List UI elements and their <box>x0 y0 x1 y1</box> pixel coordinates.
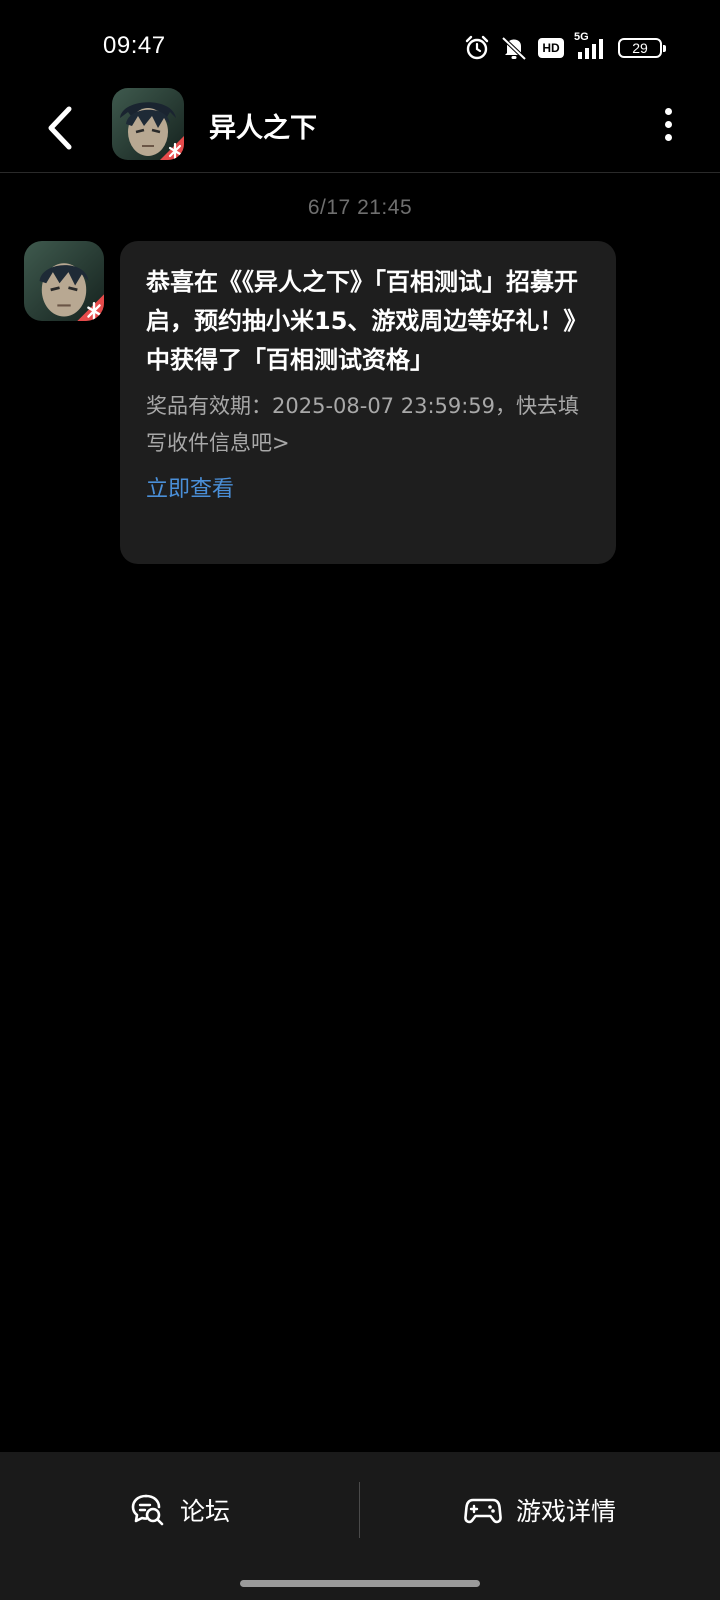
message-bubble[interactable]: 恭喜在《《异人之下》「百相测试」招募开启，预约抽小米15、游戏周边等好礼！》中获… <box>120 241 616 564</box>
message-timestamp: 6/17 21:45 <box>307 196 413 219</box>
tab-game-details-label: 游戏详情 <box>515 1497 616 1526</box>
chevron-left-icon <box>48 106 72 150</box>
status-icons: HD 5G 29 <box>464 31 666 62</box>
tab-game-details[interactable]: 游戏详情 <box>360 1452 720 1568</box>
screen: 09:47 HD 5G 29 异人之下 6/17 21:45 恭喜在《《异人之下… <box>0 0 720 1600</box>
battery-icon: 29 <box>618 38 666 58</box>
gamepad-icon <box>464 1498 502 1524</box>
game-avatar[interactable] <box>112 88 184 160</box>
status-time: 09:47 <box>103 32 166 59</box>
sender-avatar[interactable] <box>24 241 104 321</box>
battery-level: 29 <box>632 40 648 56</box>
signal-5g-icon: 5G <box>574 31 608 61</box>
tab-forum[interactable]: 论坛 <box>0 1452 360 1568</box>
more-vertical-icon-dot <box>664 133 672 141</box>
hd-icon: HD <box>538 38 564 58</box>
view-now-link[interactable]: 立即查看 <box>146 471 234 503</box>
back-button[interactable] <box>38 100 82 156</box>
more-vertical-icon-dot <box>664 107 672 115</box>
alarm-icon <box>465 35 489 60</box>
home-indicator[interactable] <box>240 1580 480 1587</box>
app-header: 异人之下 <box>0 86 720 173</box>
more-button[interactable] <box>656 104 680 144</box>
more-vertical-icon-dot <box>664 120 672 128</box>
forum-icon <box>131 1494 164 1526</box>
tab-forum-label: 论坛 <box>179 1497 230 1526</box>
bottom-bar: 论坛 游戏详情 <box>0 1452 720 1600</box>
message-title: 恭喜在《《异人之下》「百相测试」招募开启，预约抽小米15、游戏周边等好礼！》中获… <box>146 268 588 374</box>
message-body[interactable]: 奖品有效期：2025-08-07 23:59:59，快去填写收件信息吧> <box>146 388 592 462</box>
page-title: 异人之下 <box>209 113 317 144</box>
mute-icon <box>501 36 527 61</box>
status-bar: 09:47 HD 5G 29 <box>0 0 720 90</box>
